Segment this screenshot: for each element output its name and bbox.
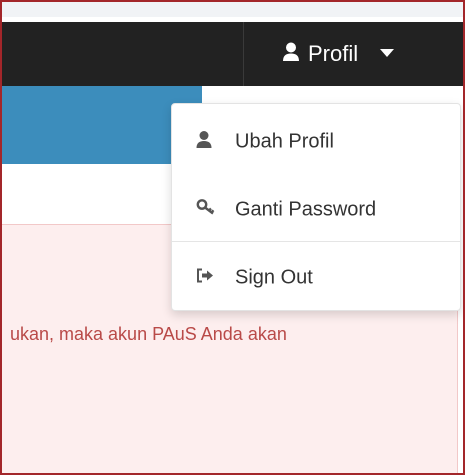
sign-out-icon — [196, 268, 214, 289]
navbar-divider — [243, 22, 244, 86]
caret-down-icon — [380, 45, 395, 63]
menu-item-sign-out[interactable]: Sign Out — [172, 251, 460, 305]
user-icon — [196, 131, 212, 154]
profile-label: Profil — [308, 41, 359, 66]
menu-item-label: Ganti Password — [235, 198, 377, 221]
top-strip — [2, 2, 463, 17]
alert-message: ukan, maka akun PAuS Anda akan — [10, 324, 287, 344]
menu-divider — [172, 241, 460, 242]
menu-item-ganti-password[interactable]: Ganti Password — [172, 183, 460, 237]
menu-item-ubah-profil[interactable]: Ubah Profil — [172, 115, 460, 169]
profile-dropdown-toggle[interactable]: Profil — [282, 22, 395, 86]
key-icon — [196, 199, 216, 222]
screenshot-frame: Profil ukan, maka akun PAuS Anda akan Ub… — [0, 0, 465, 475]
menu-item-label: Ubah Profil — [235, 130, 334, 153]
user-icon — [282, 42, 300, 67]
profile-dropdown-menu: Ubah Profil Ganti Password Sign Out — [171, 103, 461, 311]
menu-item-label: Sign Out — [235, 266, 313, 289]
